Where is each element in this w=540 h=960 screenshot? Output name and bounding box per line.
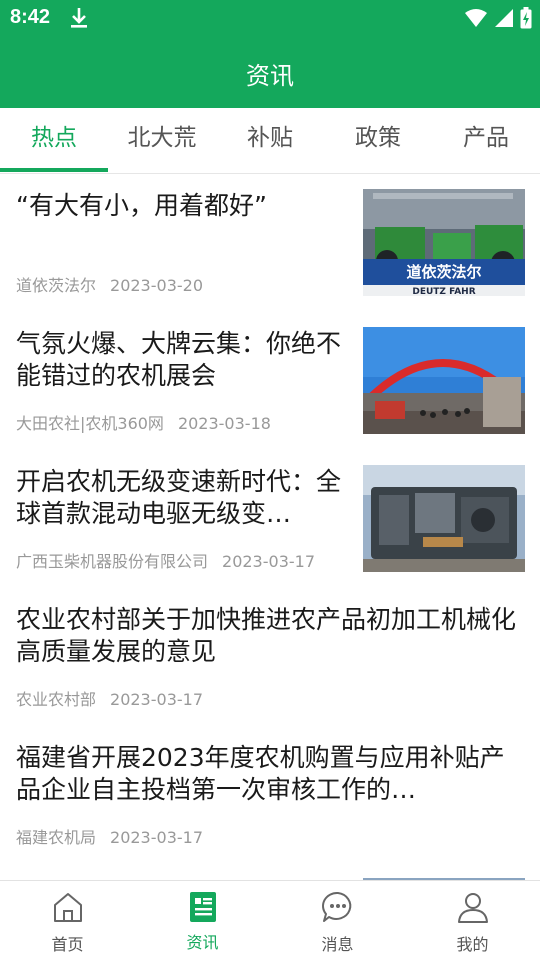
news-title: 福建省开展2023年度农机购置与应用补贴产品企业自主投档第一次审核工作的… bbox=[16, 743, 505, 804]
tab-indicator bbox=[0, 168, 108, 172]
battery-icon bbox=[520, 7, 532, 29]
news-item[interactable]: 农业农村部关于加快推进农产品初加工机械化高质量发展的意见 农业农村部 2023-0… bbox=[0, 588, 540, 726]
news-date: 2023-03-20 bbox=[110, 276, 203, 295]
news-item[interactable]: “有大有小，用着都好” 道依茨法尔 2023-03-20 道依茨法尔 DEUTZ … bbox=[0, 174, 540, 312]
news-meta: 道依茨法尔 2023-03-20 bbox=[16, 272, 203, 296]
news-date: 2023-03-17 bbox=[222, 552, 315, 571]
tab-product[interactable]: 产品 bbox=[432, 108, 540, 174]
news-source: 大田农社|农机360网 bbox=[16, 414, 164, 433]
nav-profile-label: 我的 bbox=[456, 935, 489, 954]
signal-icon bbox=[495, 9, 513, 27]
status-icons bbox=[464, 6, 532, 30]
nav-messages[interactable]: 消息 bbox=[270, 881, 405, 960]
nav-news[interactable]: 资讯 bbox=[135, 881, 270, 960]
nav-profile[interactable]: 我的 bbox=[405, 881, 540, 960]
news-thumbnail bbox=[363, 327, 525, 434]
profile-icon bbox=[457, 893, 488, 923]
status-bar: 8:42 bbox=[0, 0, 540, 36]
tab-hot[interactable]: 热点 bbox=[0, 108, 108, 174]
news-date: 2023-03-18 bbox=[177, 414, 271, 433]
nav-home[interactable]: 首页 bbox=[0, 881, 135, 960]
wifi-icon bbox=[465, 9, 487, 27]
news-item[interactable]: 福建省开展2023年度农机购置与应用补贴产品企业自主投档第一次审核工作的… 福建… bbox=[0, 726, 540, 864]
news-date: 2023-03-17 bbox=[110, 828, 203, 847]
news-title: “有大有小，用着都好” bbox=[16, 191, 267, 220]
news-meta: 农业农村部 2023-03-17 bbox=[16, 686, 203, 710]
news-meta: 大田农社|农机360网 2023-03-18 bbox=[16, 410, 271, 434]
app-bar: 资讯 bbox=[0, 36, 540, 108]
download-icon bbox=[71, 8, 87, 28]
bottom-nav: 首页 资讯 消息 我的 bbox=[0, 880, 540, 960]
message-icon bbox=[321, 891, 351, 922]
news-source: 农业农村部 bbox=[16, 690, 97, 709]
category-tabs: 热点 北大荒 补贴 政策 产品 bbox=[0, 108, 540, 174]
thumbnail-brand-subtext: DEUTZ FAHR bbox=[412, 287, 475, 296]
news-date: 2023-03-17 bbox=[110, 690, 203, 709]
nav-home-label: 首页 bbox=[51, 935, 84, 954]
news-item[interactable]: 开启农机无级变速新时代：全球首款混动电驱无级变… 广西玉柴机器股份有限公司 202… bbox=[0, 450, 540, 588]
news-thumbnail bbox=[363, 465, 525, 572]
news-meta: 广西玉柴机器股份有限公司 2023-03-17 bbox=[16, 548, 315, 572]
nav-news-label: 资讯 bbox=[186, 933, 219, 952]
news-meta: 福建农机局 2023-03-17 bbox=[16, 824, 203, 848]
news-list[interactable]: “有大有小，用着都好” 道依茨法尔 2023-03-20 道依茨法尔 DEUTZ … bbox=[0, 174, 540, 880]
tab-policy[interactable]: 政策 bbox=[324, 108, 432, 174]
news-thumbnail: 道依茨法尔 DEUTZ FAHR bbox=[363, 189, 525, 296]
news-icon bbox=[189, 892, 216, 922]
page-title: 资讯 bbox=[246, 62, 294, 90]
news-source: 福建农机局 bbox=[16, 828, 97, 847]
thumbnail-brand-text: 道依茨法尔 bbox=[406, 263, 481, 281]
news-source: 广西玉柴机器股份有限公司 bbox=[16, 552, 209, 571]
nav-messages-label: 消息 bbox=[321, 935, 354, 954]
news-title: 气氛火爆、大牌云集：你绝不能错过的农机展会 bbox=[16, 329, 342, 390]
news-title: 开启农机无级变速新时代：全球首款混动电驱无级变… bbox=[16, 467, 342, 528]
home-icon bbox=[53, 893, 82, 922]
tab-subsidy[interactable]: 补贴 bbox=[216, 108, 324, 174]
tab-beidahuang[interactable]: 北大荒 bbox=[108, 108, 216, 174]
news-source: 道依茨法尔 bbox=[16, 276, 97, 295]
news-item[interactable]: 气氛火爆、大牌云集：你绝不能错过的农机展会 大田农社|农机360网 2023-03… bbox=[0, 312, 540, 450]
status-time: 8:42 bbox=[10, 6, 51, 28]
news-title: 农业农村部关于加快推进农产品初加工机械化高质量发展的意见 bbox=[16, 605, 517, 666]
